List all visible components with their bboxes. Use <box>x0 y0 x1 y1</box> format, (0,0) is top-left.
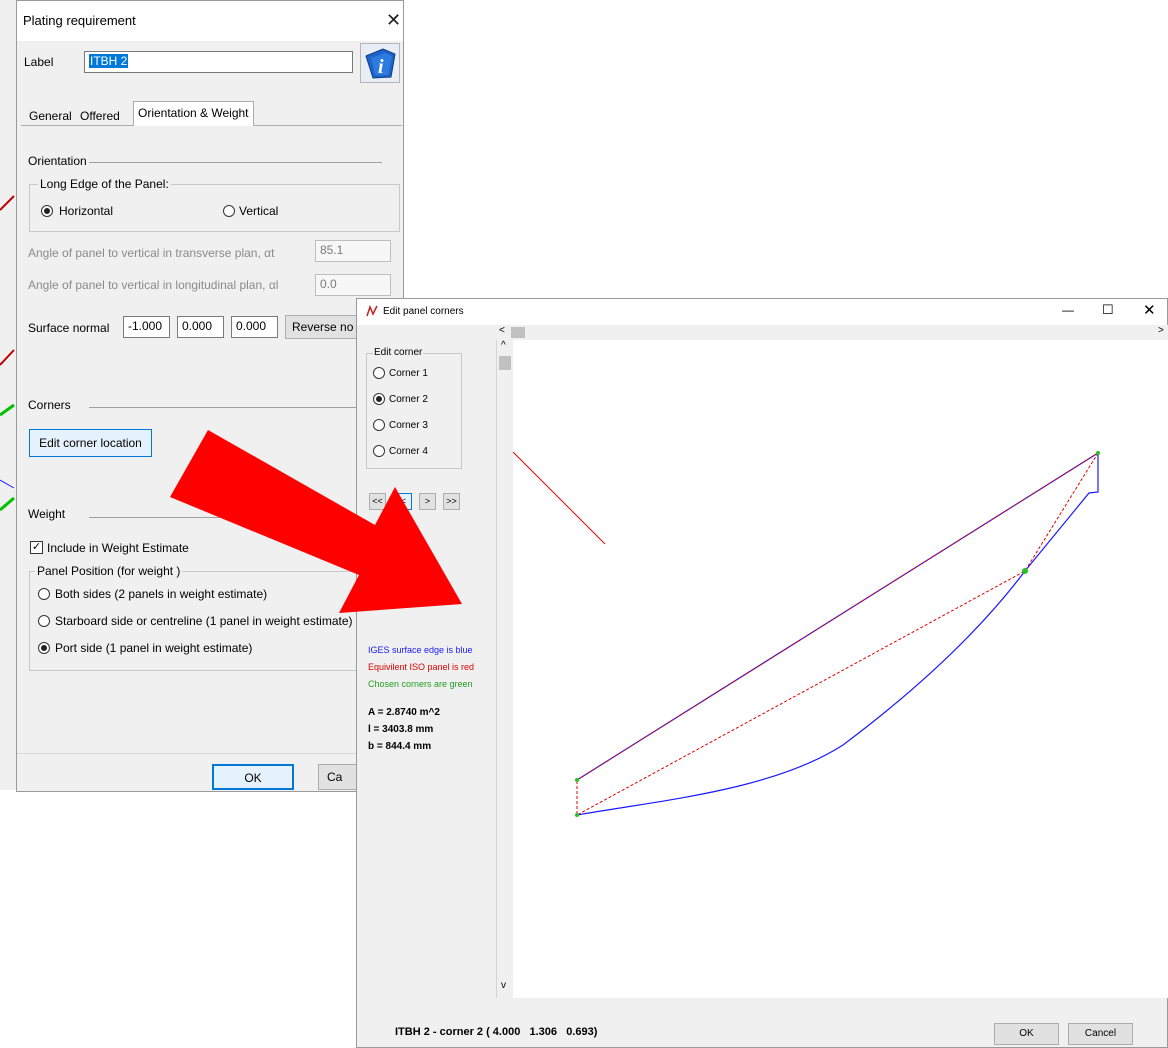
area-stat: A = 2.8740 m^2 <box>368 707 440 718</box>
vertical-label: Vertical <box>239 204 279 218</box>
arrow-icon <box>170 430 462 613</box>
horizontal-label: Horizontal <box>59 204 114 218</box>
corner-2-radio[interactable] <box>373 393 385 405</box>
plating-dialog-title: Plating requirement <box>23 13 136 28</box>
orientation-heading: Orientation <box>28 154 87 168</box>
edit-corner-location-button[interactable]: Edit corner location <box>29 429 152 457</box>
corner-3-marker[interactable] <box>1096 451 1100 455</box>
corner-2-marker[interactable] <box>1022 568 1028 574</box>
port-side-radio[interactable] <box>38 642 50 654</box>
corners-divider <box>89 407 357 408</box>
horizontal-scroll-thumb[interactable] <box>511 327 525 338</box>
curve-icon <box>366 304 378 320</box>
plating-ok-button[interactable]: OK <box>212 764 294 790</box>
iges-surface-edge <box>576 451 1099 816</box>
corner-1-radio[interactable] <box>373 367 385 379</box>
corner-1-marker[interactable] <box>575 778 579 782</box>
vertical-scrollbar[interactable]: ^ v <box>496 340 514 998</box>
starboard-radio[interactable] <box>38 615 50 627</box>
label-caption: Label <box>24 55 54 69</box>
edit-ok-button[interactable]: OK <box>994 1023 1059 1045</box>
horizontal-radio[interactable] <box>41 205 53 217</box>
maximize-icon[interactable]: ☐ <box>1102 302 1114 318</box>
iso-panel-outline <box>576 452 1099 816</box>
plating-cancel-button[interactable]: Ca <box>318 764 358 790</box>
edit-window-title: Edit panel corners <box>383 306 464 317</box>
tab-offered[interactable]: Offered <box>76 105 124 127</box>
edit-cancel-button[interactable]: Cancel <box>1068 1023 1133 1045</box>
label-field[interactable]: ITBH 2 <box>84 51 353 73</box>
svg-text:i: i <box>378 56 384 78</box>
surface-normal-label: Surface normal <box>28 321 110 335</box>
legend-red-text: Equivilent ISO panel is red <box>368 662 475 672</box>
scroll-up-icon[interactable]: ^ <box>501 340 506 351</box>
panel-drawing-canvas[interactable] <box>512 340 1168 998</box>
stray-iso-line <box>512 451 606 545</box>
length-stat: l = 3403.8 mm <box>368 724 434 735</box>
weight-heading: Weight <box>28 507 66 521</box>
red-arrow-annotation <box>170 430 462 613</box>
include-weight-checkbox[interactable]: ✓ <box>30 541 43 554</box>
angle-longitudinal-label: Angle of panel to vertical in longitudin… <box>28 278 279 292</box>
surface-normal-z-field[interactable]: 0.000 <box>231 316 278 338</box>
panel-position-group-title: Panel Position (for weight ) <box>35 564 183 578</box>
corner-1-label: Corner 1 <box>389 368 428 379</box>
panel-drawing <box>512 451 1100 817</box>
plating-requirement-dialog: Plating requirement ✕ Label ITBH 2 i Gen… <box>16 0 404 792</box>
tab-general[interactable]: General <box>25 105 76 127</box>
horizontal-scrollbar[interactable]: < > <box>496 325 1168 341</box>
background-application <box>0 0 17 790</box>
info-book-icon: i <box>365 48 396 79</box>
long-edge-group-title: Long Edge of the Panel: <box>38 177 171 191</box>
plating-footer-divider <box>17 753 403 754</box>
edit-status-bar: ITBH 2 - corner 2 ( 4.000 1.306 0.693) O… <box>357 1000 1167 1047</box>
legend-green-text: Chosen corners are green <box>368 679 473 689</box>
reverse-normal-button[interactable]: Reverse no <box>285 315 357 339</box>
vertical-radio[interactable] <box>223 205 235 217</box>
edit-corner-group-title: Edit corner <box>373 347 424 358</box>
edit-titlebar <box>357 299 1167 325</box>
surface-normal-x-field[interactable]: -1.000 <box>123 316 170 338</box>
surface-normal-y-field[interactable]: 0.000 <box>177 316 224 338</box>
corners-heading: Corners <box>28 398 71 412</box>
angle-transverse-field[interactable]: 85.1 <box>315 240 391 262</box>
label-field-value: ITBH 2 <box>89 54 129 68</box>
scroll-left-icon[interactable]: < <box>499 325 505 336</box>
include-weight-label: Include in Weight Estimate <box>47 541 189 555</box>
tab-orientation-weight[interactable]: Orientation & Weight <box>133 101 254 126</box>
angle-longitudinal-field[interactable]: 0.0 <box>315 274 391 296</box>
vertical-scroll-thumb[interactable] <box>499 356 511 370</box>
close-icon[interactable]: ✕ <box>1143 301 1156 319</box>
angle-transverse-label: Angle of panel to vertical in transverse… <box>28 246 275 260</box>
close-icon[interactable]: ✕ <box>386 10 401 31</box>
corner-2-label: Corner 2 <box>389 394 428 405</box>
scroll-down-icon[interactable]: v <box>501 980 506 991</box>
corner-4-marker[interactable] <box>575 813 579 817</box>
orientation-divider <box>89 162 382 163</box>
breadth-stat: b = 844.4 mm <box>368 741 432 752</box>
corner-status-text: ITBH 2 - corner 2 ( 4.000 1.306 0.693) <box>395 1026 598 1038</box>
background-drawing <box>0 195 15 512</box>
minimize-icon[interactable]: — <box>1062 303 1074 317</box>
scroll-right-icon[interactable]: > <box>1158 325 1164 336</box>
both-sides-radio[interactable] <box>38 588 50 600</box>
info-button[interactable]: i <box>360 43 400 83</box>
